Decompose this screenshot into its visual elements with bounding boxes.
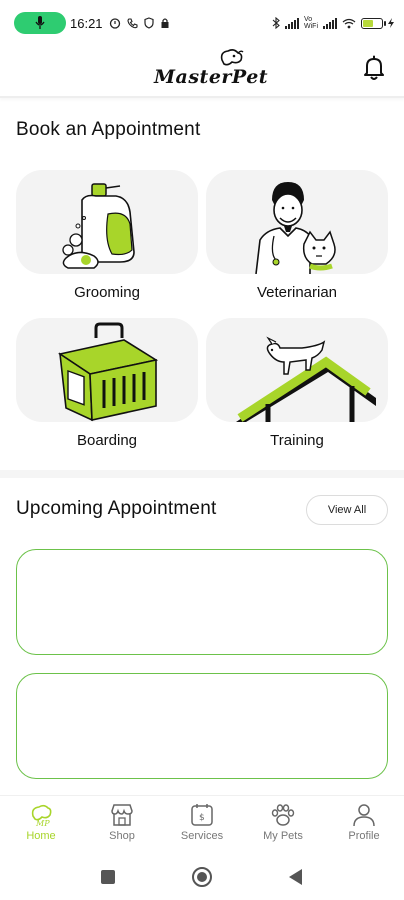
mic-icon xyxy=(35,16,45,29)
grooming-illustration xyxy=(62,183,135,269)
nav-label-home: Home xyxy=(26,830,56,842)
upcoming-appointment-title: Upcoming Appointment xyxy=(16,498,217,519)
mic-indicator xyxy=(14,12,66,34)
nav-label-my-pets: My Pets xyxy=(263,830,303,842)
app-header: MasterPet xyxy=(0,46,404,98)
signal-icon xyxy=(285,17,299,29)
nav-item-shop[interactable]: Shop xyxy=(87,802,157,848)
lock-icon xyxy=(161,18,169,28)
back-triangle-icon xyxy=(289,869,302,885)
status-time: 16:21 xyxy=(70,15,103,31)
wifi-icon xyxy=(342,18,356,28)
bell-icon[interactable] xyxy=(360,54,388,82)
appointment-card[interactable] xyxy=(16,673,388,779)
nav-item-home[interactable]: MP Home xyxy=(6,802,76,848)
charging-icon xyxy=(388,18,394,28)
nav-label-services: Services xyxy=(180,830,224,842)
service-label-boarding: Boarding xyxy=(76,432,138,449)
service-image-veterinarian xyxy=(206,170,388,274)
shop-icon xyxy=(111,804,133,826)
service-label-grooming: Grooming xyxy=(74,284,140,301)
bottom-navigation: MP Home Shop $ Services My Pets Profile xyxy=(0,795,404,851)
circle-icon xyxy=(192,867,212,887)
service-image-grooming xyxy=(16,170,198,274)
service-card-veterinarian[interactable]: Veterinarian xyxy=(206,170,388,318)
status-bar: 16:21 Vo WiFi xyxy=(0,0,404,46)
nav-item-profile[interactable]: Profile xyxy=(329,802,399,848)
paw-icon xyxy=(271,804,295,826)
pet-carrier-illustration xyxy=(57,322,159,422)
svg-text:MP: MP xyxy=(35,819,50,828)
logo-text: MasterPet xyxy=(154,66,269,88)
veterinarian-illustration xyxy=(255,182,336,274)
shield-icon xyxy=(143,17,154,29)
battery-icon xyxy=(361,17,386,29)
service-card-boarding[interactable]: Boarding xyxy=(16,318,198,466)
profile-icon xyxy=(353,804,375,827)
services-icon: $ xyxy=(191,804,213,826)
service-image-boarding xyxy=(16,318,198,422)
bluetooth-icon xyxy=(272,17,280,29)
service-card-training[interactable]: Training xyxy=(206,318,388,466)
dog-training-illustration xyxy=(236,336,376,422)
service-label-veterinarian: Veterinarian xyxy=(256,284,338,301)
home-system-button[interactable] xyxy=(191,866,213,888)
recent-apps-button[interactable] xyxy=(97,866,119,888)
alarm-icon xyxy=(109,18,120,29)
service-label-training: Training xyxy=(270,432,324,449)
book-appointment-title: Book an Appointment xyxy=(16,119,201,140)
square-icon xyxy=(101,870,115,884)
nav-label-profile: Profile xyxy=(348,830,380,842)
nav-item-my-pets[interactable]: My Pets xyxy=(248,802,318,848)
svg-text:$: $ xyxy=(199,813,205,823)
section-divider xyxy=(0,470,404,478)
home-logo-icon: MP xyxy=(31,804,52,828)
nav-item-services[interactable]: $ Services xyxy=(167,802,237,848)
phone-icon xyxy=(126,17,138,28)
service-card-grooming[interactable]: Grooming xyxy=(16,170,198,318)
masterpet-logo[interactable]: MasterPet xyxy=(150,48,268,92)
back-button[interactable] xyxy=(285,866,307,888)
system-navigation-bar xyxy=(0,852,404,900)
signal-icon-2 xyxy=(323,17,337,29)
appointment-card[interactable] xyxy=(16,549,388,655)
view-all-button[interactable]: View All xyxy=(306,495,388,525)
service-image-training xyxy=(206,318,388,422)
network-label: Vo WiFi xyxy=(304,16,318,30)
nav-label-shop: Shop xyxy=(109,830,135,842)
